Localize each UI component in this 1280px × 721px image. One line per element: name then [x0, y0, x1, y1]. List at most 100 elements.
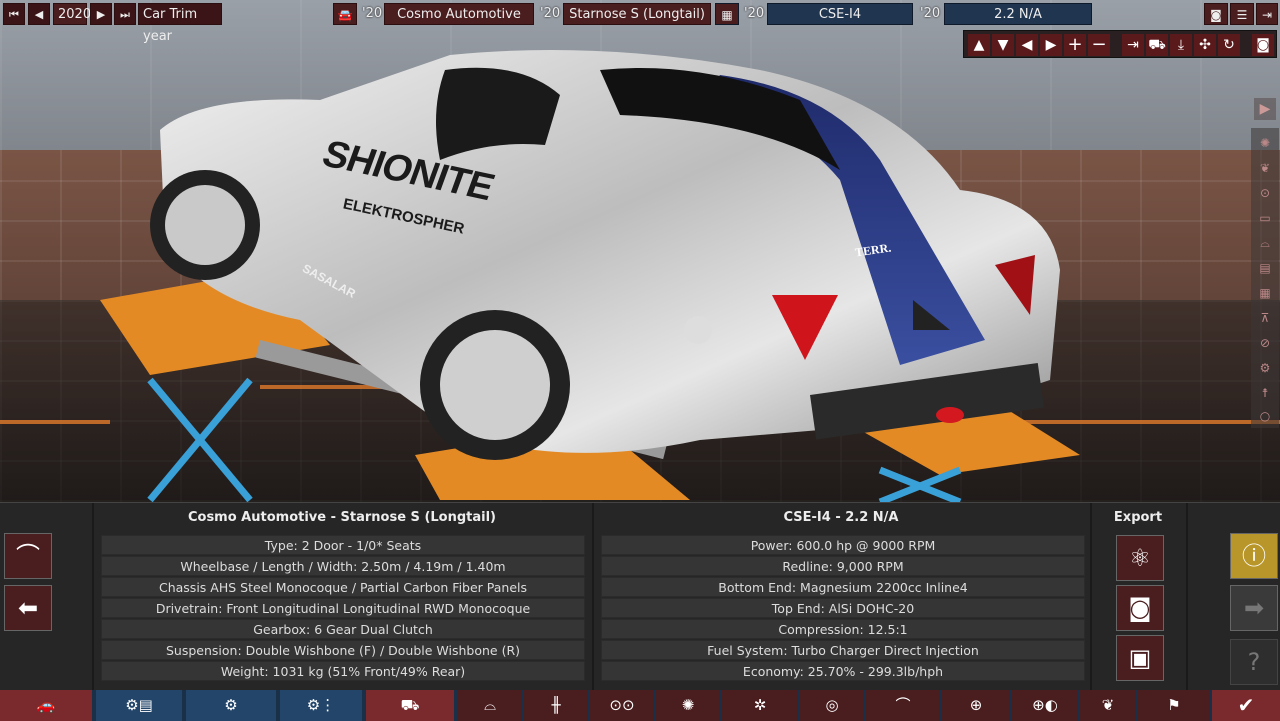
graph-icon: ⌒ — [16, 542, 40, 570]
engine-spec-row: Compression: 12.5:1 — [601, 619, 1085, 639]
car-model — [150, 50, 1060, 460]
tab-finish[interactable]: ✔ — [1212, 690, 1280, 721]
camera-icon[interactable]: ◙ — [1204, 3, 1228, 25]
arrow-right-icon: ➡ — [1243, 594, 1265, 622]
settings-icon[interactable]: ⚙ — [1255, 358, 1275, 378]
back-button[interactable]: ⬅ — [4, 585, 52, 631]
reset-rotate-icon[interactable]: ↻ — [1218, 34, 1240, 56]
year-next-button[interactable]: ▶ — [90, 3, 112, 25]
trim-icon[interactable]: ▭ — [1255, 208, 1275, 228]
circle-icon[interactable]: ○ — [1255, 406, 1275, 426]
disable-icon[interactable]: ⊘ — [1255, 333, 1275, 353]
floppy-icon: ▣ — [1128, 644, 1152, 672]
screenshot-icon[interactable]: ◙ — [1252, 34, 1274, 56]
tab-engine-parts[interactable]: ⚙ — [186, 690, 276, 721]
tab-car[interactable]: 🚗 — [0, 690, 92, 721]
engine-year-label: '20 — [920, 6, 941, 21]
side-tool-rail: ✺ ❦ ⊙ ▭ ⌓ ▤ ▦ ⊼ ⊘ ⚙ ☨ ○ — [1251, 128, 1279, 428]
camera-icon: ◙ — [1128, 594, 1152, 622]
steering-icon: ⊕ — [969, 696, 983, 714]
engine-spec-row: Bottom End: Magnesium 2200cc Inline4 — [601, 577, 1085, 597]
tab-fuel[interactable]: ❦ — [1080, 690, 1136, 721]
car-view-icon[interactable]: ⛟ — [1146, 34, 1168, 56]
tab-tuning[interactable]: ⊕◐ — [1012, 690, 1078, 721]
forward-button[interactable]: ➡ — [1230, 585, 1278, 631]
graph-button[interactable]: ⌒ — [4, 533, 52, 579]
light-icon[interactable]: ⊙ — [1255, 183, 1275, 203]
tab-interior[interactable]: ⊕ — [942, 690, 1010, 721]
tab-test[interactable]: ⚑ — [1138, 690, 1210, 721]
arrow-up-icon[interactable]: ▲ — [968, 34, 990, 56]
tree-icon: ⚙⋮ — [306, 696, 336, 714]
car-spec-row: Suspension: Double Wishbone (F) / Double… — [101, 640, 585, 660]
tab-trim[interactable]: ⛟ — [366, 690, 454, 721]
brake-icon: ◎ — [825, 696, 839, 714]
bumper-icon[interactable]: ▤ — [1255, 258, 1275, 278]
engine-year-label: '20 — [744, 6, 765, 21]
arrow-down-icon[interactable]: ▼ — [992, 34, 1014, 56]
share-icon: ⚛ — [1129, 544, 1151, 572]
tab-model-files[interactable]: ⚙▤ — [96, 690, 182, 721]
engine-spec-row: Power: 600.0 hp @ 9000 RPM — [601, 535, 1085, 555]
engine-spec-row: Redline: 9,000 RPM — [601, 556, 1085, 576]
zoom-out-icon[interactable]: − — [1088, 34, 1110, 56]
grille-icon[interactable]: ▦ — [1255, 283, 1275, 303]
model-field[interactable]: Starnose S (Longtail) — [563, 3, 711, 25]
save-button[interactable]: ▣ — [1116, 635, 1164, 681]
bottom-nav: 🚗 ⚙▤ ⚙ ⚙⋮ ⛟ ⌓ ╫ ⊙⊙ ✺ ✲ ◎ ⌒ ⊕ ⊕◐ ❦ ⚑ ✔ — [0, 690, 1280, 721]
car-viewport[interactable]: SHIONITE ELEKTROSPHER SASALAR TERR. — [0, 0, 1280, 502]
exit-icon[interactable]: ⇥ — [1256, 3, 1278, 25]
car-icon: 🚗 — [36, 696, 56, 714]
paint-icon[interactable]: ❦ — [1255, 158, 1275, 178]
person-icon[interactable]: ☨ — [1255, 383, 1275, 403]
gear-icon: ✺ — [681, 696, 695, 714]
model-year-label: '20 — [540, 6, 561, 21]
tab-chassis[interactable]: ╫ — [524, 690, 588, 721]
tab-brakes[interactable]: ◎ — [800, 690, 864, 721]
wheel-icon: ✲ — [753, 696, 767, 714]
rotate-axis-icon[interactable]: ✣ — [1194, 34, 1216, 56]
share-button[interactable]: ⚛ — [1116, 535, 1164, 581]
arrow-left-icon: ⬅ — [17, 594, 39, 622]
align-icon[interactable]: ⇥ — [1122, 34, 1144, 56]
tab-drivetrain[interactable]: ⊙⊙ — [590, 690, 654, 721]
car-spec-row: Type: 2 Door - 1/0* Seats — [101, 535, 585, 555]
warning-icon: ⓘ — [1242, 542, 1266, 570]
help-button[interactable]: ? — [1230, 639, 1278, 685]
car-spec-row: Wheelbase / Length / Width: 2.50m / 4.19… — [101, 556, 585, 576]
trim-year-label: Car Trim year — [138, 3, 222, 44]
aero-icon: ⌒ — [895, 696, 911, 714]
tab-body[interactable]: ⌓ — [458, 690, 522, 721]
tab-aero[interactable]: ⌒ — [866, 690, 940, 721]
year-first-button[interactable]: ⏮ — [3, 3, 25, 25]
warning-button[interactable]: ⓘ — [1230, 533, 1278, 579]
body-icon[interactable]: ⌓ — [1255, 233, 1275, 253]
help-icon: ? — [1247, 648, 1261, 676]
tab-wheels[interactable]: ✲ — [722, 690, 798, 721]
lower-icon[interactable]: ⤓ — [1170, 34, 1192, 56]
engine-title: CSE-I4 - 2.2 N/A — [783, 510, 899, 525]
zoom-in-icon[interactable]: + — [1064, 34, 1086, 56]
menu-icon[interactable]: ☰ — [1230, 3, 1254, 25]
tab-gearbox[interactable]: ✺ — [656, 690, 720, 721]
play-icon[interactable]: ▶ — [1254, 98, 1276, 120]
car-icon[interactable]: 🚘 — [333, 3, 357, 25]
engine-parts-icon: ⚙ — [224, 696, 238, 714]
wheel-icon[interactable]: ✺ — [1255, 133, 1275, 153]
engine-icon[interactable]: ▦ — [715, 3, 739, 25]
camera-control-panel: ▲ ▼ ◀ ▶ + − ⇥ ⛟ ⤓ ✣ ↻ ◙ — [963, 30, 1277, 58]
arrow-right-icon[interactable]: ▶ — [1040, 34, 1062, 56]
drivetrain-icon: ⊙⊙ — [609, 696, 635, 714]
arrow-left-icon[interactable]: ◀ — [1016, 34, 1038, 56]
chassis-icon: ╫ — [551, 696, 561, 714]
engine-variant-field[interactable]: 2.2 N/A — [944, 3, 1092, 25]
company-field[interactable]: Cosmo Automotive — [384, 3, 534, 25]
photo-button[interactable]: ◙ — [1116, 585, 1164, 631]
engine-family-field[interactable]: CSE-I4 — [767, 3, 913, 25]
tab-engine-tree[interactable]: ⚙⋮ — [280, 690, 362, 721]
year-prev-button[interactable]: ◀ — [28, 3, 50, 25]
spoiler-icon[interactable]: ⊼ — [1255, 308, 1275, 328]
year-display: 2020 — [53, 3, 91, 25]
engine-spec-row: Fuel System: Turbo Charger Direct Inject… — [601, 640, 1085, 660]
year-last-button[interactable]: ⏭ — [114, 3, 136, 25]
